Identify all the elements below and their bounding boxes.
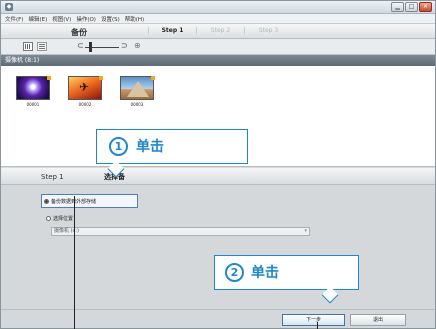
step-bar: Step 1 选择备 (1, 168, 435, 185)
tab-step-1[interactable]: Step 1 (148, 27, 196, 34)
menu-file[interactable]: 文件(F) (5, 15, 23, 23)
location-dropdown[interactable]: 摄像机 (c:) ▾ (51, 227, 310, 236)
minimize-button[interactable]: ▁ (391, 2, 404, 12)
pointer-line (317, 322, 318, 329)
radio-icon[interactable] (44, 198, 49, 204)
zoom-out-icon[interactable]: ⊂ (77, 41, 84, 50)
flag-icon (47, 76, 51, 80)
thumbnail-label: 00002 (78, 102, 92, 107)
app-icon: ◆ (5, 3, 13, 11)
step-tabstrip: 备份 Step 1 Step 2 Step 3 (1, 24, 435, 39)
radio-icon[interactable] (46, 216, 51, 221)
media-panel-header: 摄像机 (8:1) (1, 55, 435, 66)
quit-button[interactable]: 退出 (350, 314, 406, 326)
callout-text: 单击 (251, 265, 279, 281)
tab-step-2[interactable]: Step 2 (196, 27, 244, 34)
zoom-slider-handle[interactable] (89, 42, 92, 52)
thumbnail-label: 00001 (26, 102, 40, 107)
option-label: 选择位置 (53, 216, 74, 222)
step-number-badge: 1 (109, 137, 128, 156)
callout-box: 1 单击 (96, 129, 248, 164)
location-option-radio[interactable]: 选择位置 (46, 215, 73, 222)
menu-bar: 文件(F) 编辑(E) 视图(V) 操作(O) 设置(S) 帮助(H) (1, 14, 435, 24)
video-thumbnail[interactable] (68, 76, 102, 100)
callout-box: 2 单击 (214, 255, 359, 290)
grid-icon[interactable] (23, 42, 33, 51)
flag-icon (151, 76, 155, 80)
close-button[interactable]: ✕ (419, 2, 432, 12)
flag-icon (99, 76, 103, 80)
maximize-button[interactable]: □ (405, 2, 418, 12)
callout-text: 单击 (136, 139, 164, 155)
toolbar: ⊂ ⊃ ⊕ (1, 39, 435, 55)
step-label: Step 1 (41, 173, 64, 181)
backup-option-radio[interactable]: 备份数据到外部存储 (41, 194, 138, 208)
thumbnail-label: 00003 (130, 102, 144, 107)
pointer-line (74, 196, 75, 329)
select-all-icon[interactable]: ⊕ (134, 41, 141, 50)
step-indicator: Step 1 Step 2 Step 3 (148, 27, 292, 34)
step-number-badge: 2 (225, 263, 244, 282)
video-thumbnail[interactable] (16, 76, 50, 100)
menu-edit[interactable]: 编辑(E) (28, 15, 47, 23)
video-thumbnail[interactable] (120, 76, 154, 100)
zoom-in-icon[interactable]: ⊃ (121, 41, 128, 50)
options-area: 备份数据到外部存储 选择位置 摄像机 (c:) ▾ (1, 185, 435, 309)
menu-operate[interactable]: 操作(O) (76, 15, 96, 23)
footer-bar: 下一步 退出 (1, 309, 435, 328)
tab-step-3[interactable]: Step 3 (244, 27, 292, 34)
dropdown-value: 摄像机 (c:) (54, 228, 79, 234)
menu-view[interactable]: 视图(V) (52, 15, 71, 23)
chevron-down-icon: ▾ (304, 228, 307, 234)
window-controls: ▁ □ ✕ (391, 2, 432, 12)
menu-settings[interactable]: 设置(S) (101, 15, 120, 23)
list-icon[interactable] (37, 42, 47, 51)
next-button[interactable]: 下一步 (282, 314, 345, 326)
menu-help[interactable]: 帮助(H) (125, 15, 144, 23)
mode-title: 备份 (71, 28, 87, 37)
title-bar: ◆ ▁ □ ✕ (1, 1, 435, 14)
